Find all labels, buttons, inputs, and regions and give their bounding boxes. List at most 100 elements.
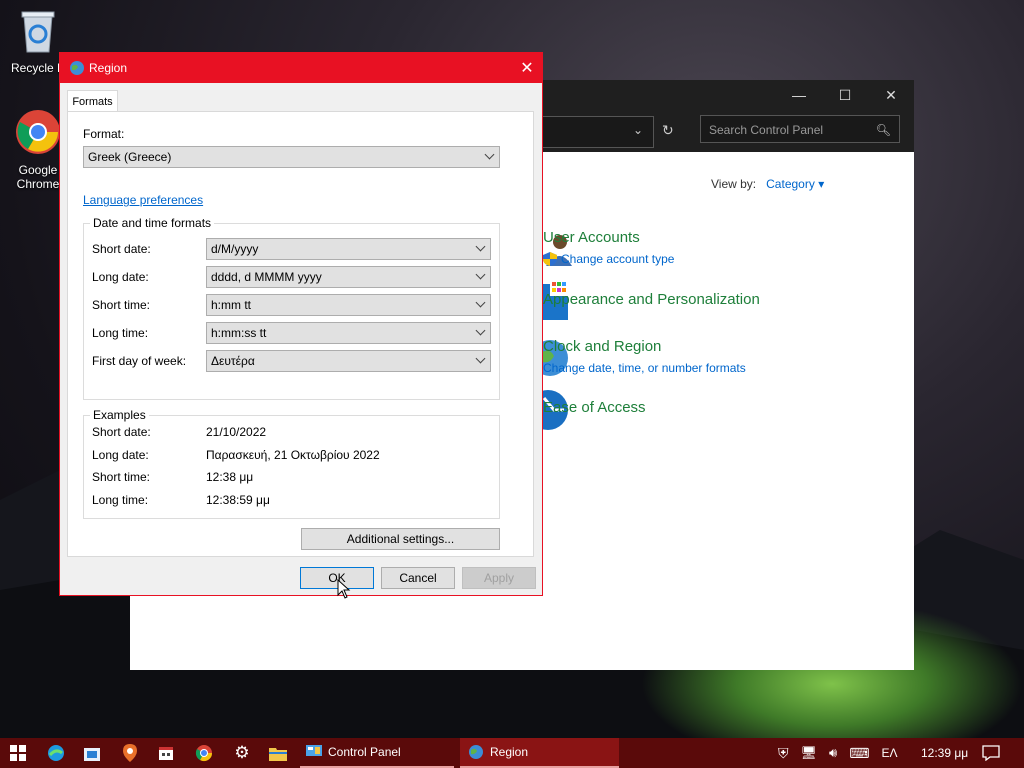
taskbar-calendar[interactable] — [148, 738, 184, 768]
example-short-date-label: Short date: — [92, 425, 151, 439]
change-account-type-link[interactable]: Change account type — [543, 252, 674, 266]
mouse-cursor-icon — [337, 579, 351, 599]
chevron-down-icon — [475, 269, 486, 280]
security-shield-icon[interactable]: ⛨ — [778, 745, 789, 762]
taskbar-control-panel[interactable]: Control Panel — [300, 738, 454, 768]
action-center-button[interactable] — [982, 738, 1000, 768]
tab-formats[interactable]: Formats — [67, 90, 118, 112]
examples-heading: Examples — [90, 408, 149, 422]
maximize-button[interactable]: ☐ — [822, 80, 868, 110]
minimize-button[interactable]: — — [776, 80, 822, 110]
region-dialog-title: Region — [89, 61, 128, 75]
view-by-label: View by: — [711, 177, 757, 191]
view-by-category-dropdown[interactable]: Category ▾ — [766, 177, 824, 191]
store-icon — [84, 748, 100, 761]
chevron-down-icon — [475, 241, 486, 252]
folder-icon — [269, 748, 287, 761]
close-button[interactable]: ✕ — [868, 80, 914, 110]
long-time-value: h:mm:ss tt — [211, 326, 267, 340]
long-date-label: Long date: — [92, 270, 149, 284]
maximize-icon: ☐ — [838, 86, 852, 103]
windows-logo-icon — [10, 745, 26, 761]
example-short-date-value: 21/10/2022 — [206, 425, 267, 439]
clock[interactable]: 12:39 μμ — [921, 738, 968, 768]
long-date-value: dddd, d MMMM yyyy — [211, 270, 322, 284]
clock-region-link[interactable]: Clock and Region — [543, 338, 746, 355]
example-long-date-value: Παρασκευή, 21 Οκτωβρίου 2022 — [206, 448, 380, 462]
change-date-time-formats-link[interactable]: Change date, time, or number formats — [543, 361, 746, 375]
taskbar: ⚙ Control Panel Region ⛨ 🖥︎ 🔊︎ ⌨ ΕΛ 12:3… — [0, 738, 1024, 768]
language-preferences-link[interactable]: Language preferences — [83, 193, 203, 207]
region-dialog: Region ✕ Formats Format: Greek (Greece) … — [59, 52, 543, 599]
taskbar-settings[interactable]: ⚙ — [224, 738, 260, 768]
taskbar-chrome[interactable] — [186, 738, 222, 768]
taskbar-edge[interactable] — [38, 738, 74, 768]
taskbar-file-explorer[interactable] — [260, 738, 296, 768]
search-control-panel-input[interactable]: Search Control Panel 🔍︎ — [700, 115, 900, 143]
control-panel-icon — [306, 745, 322, 756]
language-indicator[interactable]: ΕΛ — [881, 746, 897, 760]
additional-settings-button[interactable]: Additional settings... — [301, 528, 500, 550]
long-time-label: Long time: — [92, 326, 149, 340]
refresh-button[interactable]: ↻ — [662, 122, 674, 139]
region-dialog-titlebar: Region ✕ — [60, 53, 542, 83]
view-by: View by: Category ▾ — [711, 177, 824, 191]
close-icon: ✕ — [520, 60, 534, 77]
network-icon[interactable]: 🖥︎ — [801, 745, 818, 761]
format-value: Greek (Greece) — [88, 150, 172, 164]
format-select[interactable]: Greek (Greece) — [83, 146, 500, 168]
clock-time: 12:39 μμ — [921, 746, 969, 760]
view-by-value: Category — [766, 177, 815, 191]
first-day-of-week-select[interactable]: Δευτέρα — [206, 350, 491, 372]
user-accounts-link[interactable]: User Accounts — [543, 229, 674, 246]
first-day-of-week-label: First day of week: — [92, 354, 187, 368]
short-time-label: Short time: — [92, 298, 151, 312]
category-ease-of-access: Ease of Access — [543, 399, 646, 416]
example-long-time-value: 12:38:59 μμ — [206, 493, 270, 507]
category-clock-region: Clock and Region Change date, time, or n… — [543, 338, 746, 375]
gear-icon: ⚙ — [234, 743, 250, 762]
short-date-label: Short date: — [92, 242, 151, 256]
notification-icon — [982, 745, 1000, 761]
long-date-select[interactable]: dddd, d MMMM yyyy — [206, 266, 491, 288]
cancel-button[interactable]: Cancel — [381, 567, 455, 589]
dialog-close-button[interactable]: ✕ — [512, 53, 542, 83]
apply-button[interactable]: Apply — [462, 567, 536, 589]
system-tray: ⛨ 🖥︎ 🔊︎ ⌨ ΕΛ — [778, 738, 897, 768]
taskbar-store[interactable] — [74, 738, 110, 768]
appearance-personalization-link[interactable]: Appearance and Personalization — [543, 291, 760, 308]
chevron-down-icon — [475, 325, 486, 336]
address-dropdown[interactable]: ⌄ — [542, 116, 654, 148]
example-long-date-label: Long date: — [92, 448, 149, 462]
taskbar-region-label: Region — [490, 745, 529, 759]
category-user-accounts: User Accounts Change account type — [543, 229, 674, 266]
chevron-down-icon — [484, 149, 495, 160]
short-time-value: h:mm tt — [211, 298, 252, 312]
long-time-select[interactable]: h:mm:ss tt — [206, 322, 491, 344]
minimize-icon: — — [792, 87, 806, 103]
search-icon: 🔍︎ — [875, 123, 891, 137]
refresh-icon: ↻ — [662, 122, 674, 138]
format-label: Format: — [83, 127, 125, 141]
chevron-down-icon — [475, 353, 486, 364]
region-globe-icon — [469, 745, 483, 759]
change-date-time-formats-label: Change date, time, or number formats — [543, 361, 746, 375]
taskbar-control-panel-label: Control Panel — [328, 745, 401, 759]
taskbar-maps[interactable] — [112, 738, 148, 768]
region-globe-icon — [70, 61, 84, 75]
volume-icon[interactable]: 🔊︎ — [829, 745, 837, 761]
example-long-time-label: Long time: — [92, 493, 149, 507]
keyboard-icon[interactable]: ⌨ — [849, 745, 869, 762]
start-button[interactable] — [0, 738, 36, 768]
ease-of-access-link[interactable]: Ease of Access — [543, 399, 646, 416]
triangle-down-icon: ▾ — [818, 177, 825, 191]
formats-tab-page: Format: Greek (Greece) Language preferen… — [67, 111, 534, 557]
category-appearance: Appearance and Personalization — [543, 291, 760, 308]
date-time-formats-heading: Date and time formats — [90, 216, 215, 230]
taskbar-region[interactable]: Region — [460, 738, 619, 768]
short-date-select[interactable]: d/M/yyyy — [206, 238, 491, 260]
chrome-icon — [195, 745, 213, 762]
change-account-type-label: Change account type — [561, 252, 675, 266]
short-time-select[interactable]: h:mm tt — [206, 294, 491, 316]
recycle-bin-icon — [6, 8, 70, 57]
